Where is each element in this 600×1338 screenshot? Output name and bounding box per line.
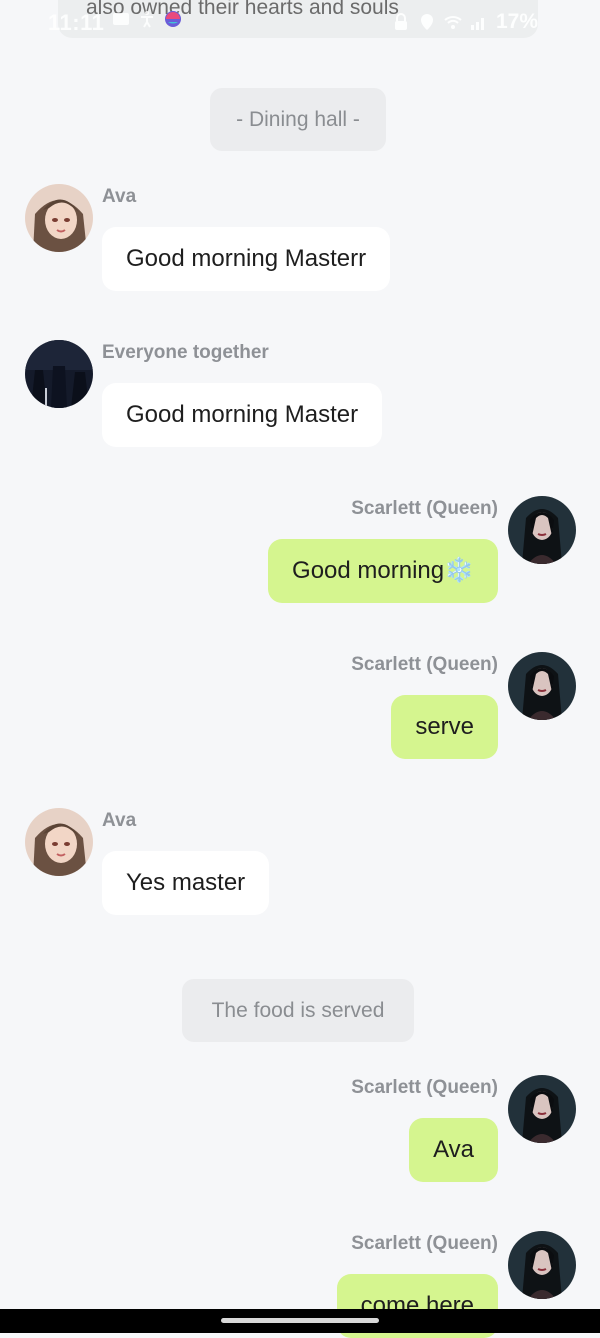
sender-name: Scarlett (Queen)	[351, 1233, 498, 1254]
avatar-scarlett[interactable]	[508, 1075, 576, 1143]
message-bubble[interactable]: Yes master	[102, 851, 270, 915]
status-time: 11:11	[48, 10, 105, 35]
avatar-scarlett[interactable]	[508, 652, 576, 720]
home-gesture-handle[interactable]	[221, 1318, 379, 1323]
avatar-scarlett[interactable]	[508, 1231, 576, 1299]
lock-icon	[394, 13, 407, 30]
scene-label-food-served: The food is served	[182, 979, 414, 1042]
wifi-icon	[444, 16, 462, 29]
battery-level: 17%	[495, 10, 538, 33]
avatar-ava[interactable]	[25, 184, 93, 252]
message-bubble[interactable]: serve	[391, 695, 498, 759]
sender-name: Scarlett (Queen)	[351, 498, 498, 519]
avatar-scarlett[interactable]	[508, 496, 576, 564]
scene-label-dining-hall: - Dining hall -	[210, 88, 386, 151]
sender-name: Ava	[102, 186, 137, 207]
scarlett-portrait-icon	[508, 1231, 576, 1299]
system-nav-bar	[0, 1309, 600, 1333]
avatar-ava[interactable]	[25, 808, 93, 876]
message-bubble[interactable]: Good morning Masterr	[102, 227, 391, 291]
status-icons-right: 17%	[392, 10, 538, 34]
message-bubble[interactable]: Good morning❄️	[268, 539, 498, 603]
ava-portrait-icon	[25, 808, 93, 876]
scarlett-portrait-icon	[508, 1075, 576, 1143]
gallery-icon	[113, 13, 129, 25]
status-icons-left	[112, 10, 182, 28]
sender-name: Everyone together	[102, 342, 269, 363]
accessibility-icon	[141, 11, 153, 28]
sender-name: Scarlett (Queen)	[351, 654, 498, 675]
scarlett-portrait-icon	[508, 652, 576, 720]
avatar-everyone-together[interactable]	[25, 340, 93, 408]
sender-name: Ava	[102, 810, 137, 831]
message-bubble[interactable]: Good morning Master	[102, 383, 383, 447]
scarlett-portrait-icon	[508, 496, 576, 564]
ava-portrait-icon	[25, 184, 93, 252]
group-portrait-icon	[25, 340, 93, 408]
signal-icon	[470, 18, 484, 30]
message-bubble[interactable]: Ava	[409, 1118, 498, 1182]
location-icon	[420, 14, 433, 30]
app-logo-icon	[165, 11, 181, 27]
sender-name: Scarlett (Queen)	[351, 1077, 498, 1098]
